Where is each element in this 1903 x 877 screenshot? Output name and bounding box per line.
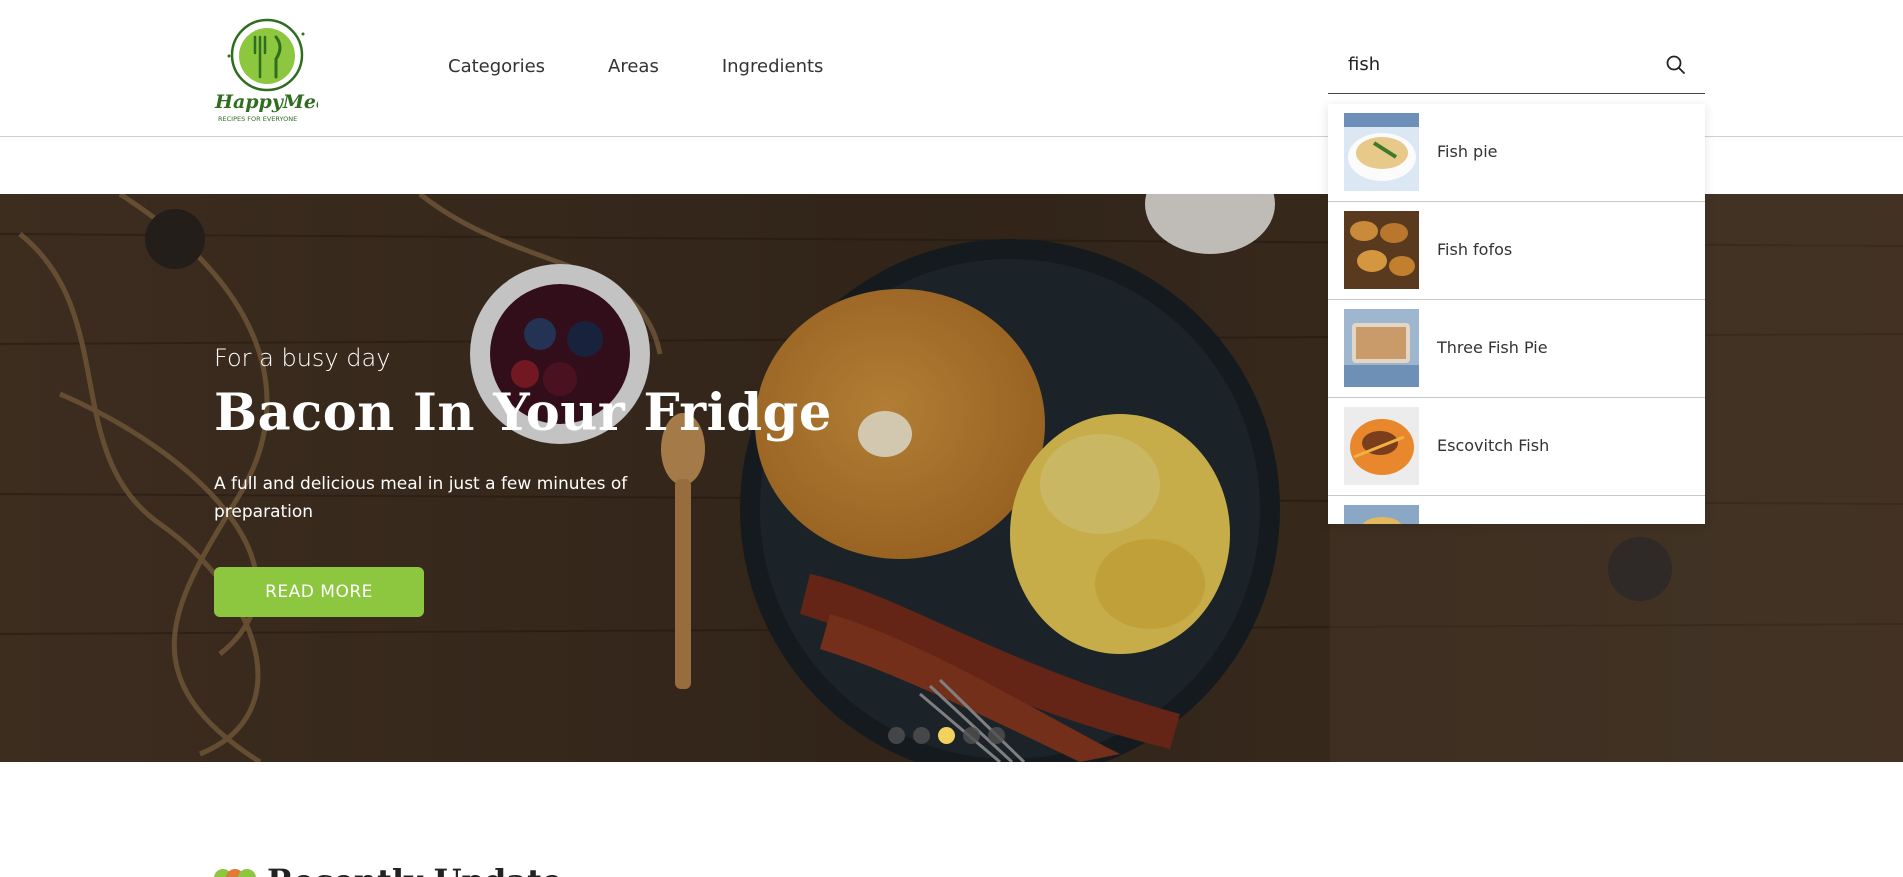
meal-thumbnail	[1344, 113, 1419, 191]
recent-section-icon	[214, 869, 256, 877]
nav-areas[interactable]: Areas	[608, 56, 659, 77]
hero-description: A full and delicious meal in just a few …	[214, 474, 628, 522]
meal-thumbnail	[1344, 211, 1419, 289]
search-result-name: Fish pie	[1437, 142, 1498, 161]
hero-subtitle: For a busy day	[214, 344, 391, 372]
meal-thumbnail	[1344, 505, 1419, 524]
search-result-item[interactable]: Fish pie	[1328, 104, 1705, 202]
search-result-name: Escovitch Fish	[1437, 436, 1550, 455]
recent-section-title: Recently Update	[267, 862, 562, 877]
search-results-dropdown: Fish pie Fish fofos Three Fish Pie Escov…	[1328, 104, 1705, 524]
logo[interactable]: HappyMeal RECIPES FOR EVERYONE	[213, 12, 336, 124]
meal-thumbnail	[1344, 309, 1419, 387]
slider-dot-5[interactable]	[988, 727, 1005, 744]
search-result-name: Three Fish Pie	[1437, 338, 1548, 357]
nav-ingredients[interactable]: Ingredients	[722, 56, 824, 77]
main-nav: Categories Areas Ingredients	[448, 56, 886, 77]
slider-dot-4[interactable]	[963, 727, 980, 744]
slider-dots	[888, 727, 1005, 744]
brand-name: HappyMeal	[214, 91, 318, 113]
search-result-item[interactable]: Escovitch Fish	[1328, 398, 1705, 496]
slider-dot-3[interactable]	[938, 727, 955, 744]
search-result-item[interactable]: Fish fofos	[1328, 202, 1705, 300]
brand-tagline: RECIPES FOR EVERYONE	[218, 115, 297, 123]
search-box	[1328, 48, 1705, 94]
hero-title: Bacon In Your Fridge	[214, 383, 832, 443]
search-result-item-partial[interactable]	[1328, 496, 1705, 524]
search-input[interactable]	[1348, 54, 1648, 75]
nav-categories[interactable]: Categories	[448, 56, 545, 77]
slider-dot-1[interactable]	[888, 727, 905, 744]
search-result-name: Fish fofos	[1437, 240, 1513, 259]
search-result-item[interactable]: Three Fish Pie	[1328, 300, 1705, 398]
read-more-button[interactable]: READ MORE	[214, 567, 424, 617]
meal-thumbnail	[1344, 407, 1419, 485]
slider-dot-2[interactable]	[913, 727, 930, 744]
search-icon[interactable]	[1665, 54, 1687, 76]
